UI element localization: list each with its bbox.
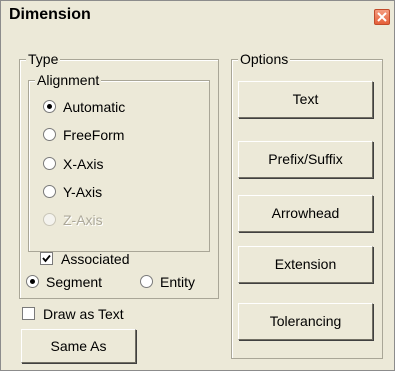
tolerancing-button-label: Tolerancing xyxy=(269,313,342,329)
extension-button-label: Extension xyxy=(274,256,337,272)
radio-entity-label: Entity xyxy=(160,274,196,290)
alignment-group-legend: Alignment xyxy=(35,72,102,88)
extension-button[interactable]: Extension xyxy=(238,246,373,283)
radio-button[interactable] xyxy=(43,185,56,198)
radio-x-axis-label: X-Axis xyxy=(63,156,104,172)
window-title: Dimension xyxy=(9,6,91,23)
radio-button[interactable] xyxy=(26,275,39,288)
draw-as-text-label: Draw as Text xyxy=(43,306,124,322)
associated-label: Associated xyxy=(61,251,130,267)
options-group-legend: Options xyxy=(238,51,291,67)
radio-y-axis-label: Y-Axis xyxy=(63,184,103,200)
radio-button[interactable] xyxy=(43,128,56,141)
radio-button[interactable] xyxy=(43,100,56,113)
same-as-button-label: Same As xyxy=(50,338,107,354)
checkbox-box[interactable] xyxy=(22,307,35,320)
prefix-suffix-button[interactable]: Prefix/Suffix xyxy=(238,141,373,178)
close-icon xyxy=(377,12,387,22)
checkmark-icon xyxy=(42,254,51,263)
radio-button[interactable] xyxy=(43,157,56,170)
arrowhead-button[interactable]: Arrowhead xyxy=(238,195,373,232)
type-group-legend: Type xyxy=(26,51,61,67)
arrowhead-button-label: Arrowhead xyxy=(271,205,340,221)
radio-selected-dot xyxy=(47,104,52,109)
text-button-label: Text xyxy=(292,91,319,107)
radio-freeform-label: FreeForm xyxy=(63,127,125,143)
checkbox-box[interactable] xyxy=(40,252,53,265)
radio-segment-label: Segment xyxy=(46,274,103,290)
type-group: Type Alignment Automatic FreeForm X-Axis… xyxy=(19,51,219,299)
text-button[interactable]: Text xyxy=(238,81,373,118)
same-as-button[interactable]: Same As xyxy=(21,329,136,363)
close-button[interactable] xyxy=(374,9,390,25)
radio-automatic-label: Automatic xyxy=(63,99,126,115)
radio-button-disabled xyxy=(43,213,56,226)
prefix-suffix-button-label: Prefix/Suffix xyxy=(268,151,343,167)
title-bar: Dimension xyxy=(1,1,394,31)
radio-z-axis-label: Z-Axis xyxy=(63,212,103,228)
radio-selected-dot xyxy=(30,279,35,284)
radio-button[interactable] xyxy=(140,275,153,288)
tolerancing-button[interactable]: Tolerancing xyxy=(238,303,373,340)
alignment-group: Alignment Automatic FreeForm X-Axis Y-Ax… xyxy=(28,72,210,252)
dimension-dialog: Dimension Type Alignment Automatic FreeF… xyxy=(0,0,395,371)
